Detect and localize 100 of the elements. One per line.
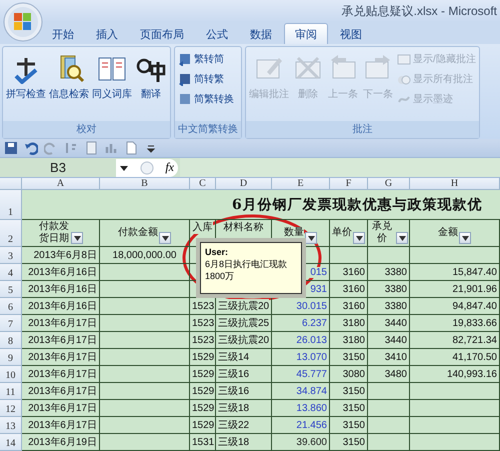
table-cell: 2013年6月19日 (22, 434, 100, 451)
ribbon-tab[interactable]: 开始 (42, 24, 84, 44)
ribbon-button[interactable]: 简繁转换 (177, 90, 235, 107)
note-icon (397, 52, 411, 66)
insert-function-button[interactable]: fx (165, 160, 174, 175)
filter-button[interactable] (305, 232, 317, 244)
ribbon-button[interactable]: 简转繁 (177, 70, 235, 87)
row-header[interactable]: 7 (0, 315, 22, 332)
table-cell: 3410 (368, 349, 410, 366)
table-cell: 三级抗震20 (216, 298, 272, 315)
row-header[interactable]: 13 (0, 417, 22, 434)
table-cell: 34.874 (272, 383, 330, 400)
ribbon-tab[interactable]: 数据 (240, 24, 282, 44)
row-header[interactable]: 6 (0, 298, 22, 315)
sheet-title: 6月份钢厂发票现款优惠与政策现款优 (22, 190, 500, 220)
row-header[interactable]: 3 (0, 247, 22, 264)
table-cell: 3440 (368, 332, 410, 349)
ribbon-button[interactable]: 繁转简 (177, 50, 235, 67)
table-cell: 三级抗震25 (216, 315, 272, 332)
column-header[interactable]: H (410, 178, 500, 190)
filter-button[interactable] (159, 232, 171, 244)
dropdown-arrow-icon (308, 236, 314, 240)
filter-button[interactable] (459, 232, 471, 244)
ribbon-tab[interactable]: 审阅 (284, 23, 328, 44)
ribbon-button[interactable]: 同义词库 (91, 50, 133, 110)
row-header[interactable]: 2 (0, 220, 22, 247)
filter-button[interactable] (396, 232, 408, 244)
save-icon[interactable] (4, 141, 18, 155)
row-header[interactable]: 4 (0, 264, 22, 281)
table-cell: 45.777 (272, 366, 330, 383)
table-cell: 2013年6月17日 (22, 315, 100, 332)
ribbon-tab[interactable]: 公式 (196, 24, 238, 44)
table-cell: 3180 (330, 315, 368, 332)
column-header[interactable]: E (272, 178, 330, 190)
row-header[interactable]: 11 (0, 383, 22, 400)
table-cell: 2013年6月17日 (22, 400, 100, 417)
table-cell: 21,901.96 (410, 281, 500, 298)
document-icon[interactable] (84, 141, 98, 155)
column-header[interactable]: G (368, 178, 410, 190)
column-header[interactable]: A (22, 178, 100, 190)
row-header[interactable]: 9 (0, 349, 22, 366)
ribbon-tab[interactable]: 插入 (86, 24, 128, 44)
table-cell: 82,721.34 (410, 332, 500, 349)
row-header[interactable]: 12 (0, 400, 22, 417)
column-header[interactable]: C (190, 178, 216, 190)
column-header[interactable]: D (216, 178, 272, 190)
undo-icon[interactable] (24, 141, 38, 155)
row-header[interactable]: 1 (0, 190, 22, 220)
dropdown-icon[interactable] (120, 164, 128, 172)
table-cell: 1523 (190, 332, 216, 349)
table-cell: 2013年6月17日 (22, 366, 100, 383)
column-header[interactable]: F (330, 178, 368, 190)
table-cell: 3150 (330, 383, 368, 400)
column-header[interactable]: B (100, 178, 190, 190)
filter-button[interactable] (71, 232, 83, 244)
table-cell: 3480 (368, 366, 410, 383)
dropdown-arrow-icon (162, 236, 168, 240)
row-header[interactable]: 8 (0, 332, 22, 349)
table-cell: 2013年6月16日 (22, 281, 100, 298)
table-cell: 3080 (330, 366, 368, 383)
ribbon-button[interactable]: 翻译 (134, 50, 168, 110)
table-cell: 3160 (330, 264, 368, 281)
table-cell: 13.070 (272, 349, 330, 366)
table-cell: 3440 (368, 315, 410, 332)
row-header[interactable]: 10 (0, 366, 22, 383)
document-swap-icon (178, 92, 192, 106)
table-cell: 2013年6月17日 (22, 349, 100, 366)
table-cell: 2013年6月8日 (22, 247, 100, 264)
table-cell: 1529 (190, 400, 216, 417)
row-header[interactable]: 14 (0, 434, 22, 451)
dropdown-arrow-icon (462, 236, 468, 240)
dropdown-arrow-icon (74, 236, 80, 240)
table-cell: 41,170.50 (410, 349, 500, 366)
filter-button[interactable] (353, 232, 365, 244)
table-cell: 三级16 (216, 366, 272, 383)
ribbon-tab[interactable]: 视图 (330, 24, 372, 44)
ribbon-tab[interactable]: 页面布局 (130, 24, 194, 44)
table-cell: 3150 (330, 349, 368, 366)
ribbon-button[interactable]: 拼写检查 (5, 50, 47, 110)
table-cell: 39.600 (272, 434, 330, 451)
row-header[interactable]: 5 (0, 281, 22, 298)
table-cell: 1529 (190, 366, 216, 383)
table-cell: 26.013 (272, 332, 330, 349)
table-cell: 1529 (190, 349, 216, 366)
table-cell: 三级14 (216, 349, 272, 366)
table-cell: 3150 (330, 400, 368, 417)
name-box[interactable]: B3 (0, 160, 116, 175)
window-title: 承兑贴息疑议.xlsx - Microsoft (342, 2, 498, 20)
column-heading: 付款金额 (118, 227, 158, 239)
table-cell: 三级18 (216, 400, 272, 417)
column-heading: 入库 (192, 222, 212, 234)
ribbon-button[interactable]: 信息检索 (48, 50, 90, 110)
table-cell: 3160 (330, 281, 368, 298)
dropdown-arrow-icon (356, 236, 362, 240)
page-icon[interactable] (124, 141, 138, 155)
table-cell: 3380 (368, 264, 410, 281)
table-cell: 1523 (190, 298, 216, 315)
table-cell: 21.456 (272, 417, 330, 434)
formula-input[interactable] (180, 158, 500, 177)
table-cell: 3150 (330, 434, 368, 451)
